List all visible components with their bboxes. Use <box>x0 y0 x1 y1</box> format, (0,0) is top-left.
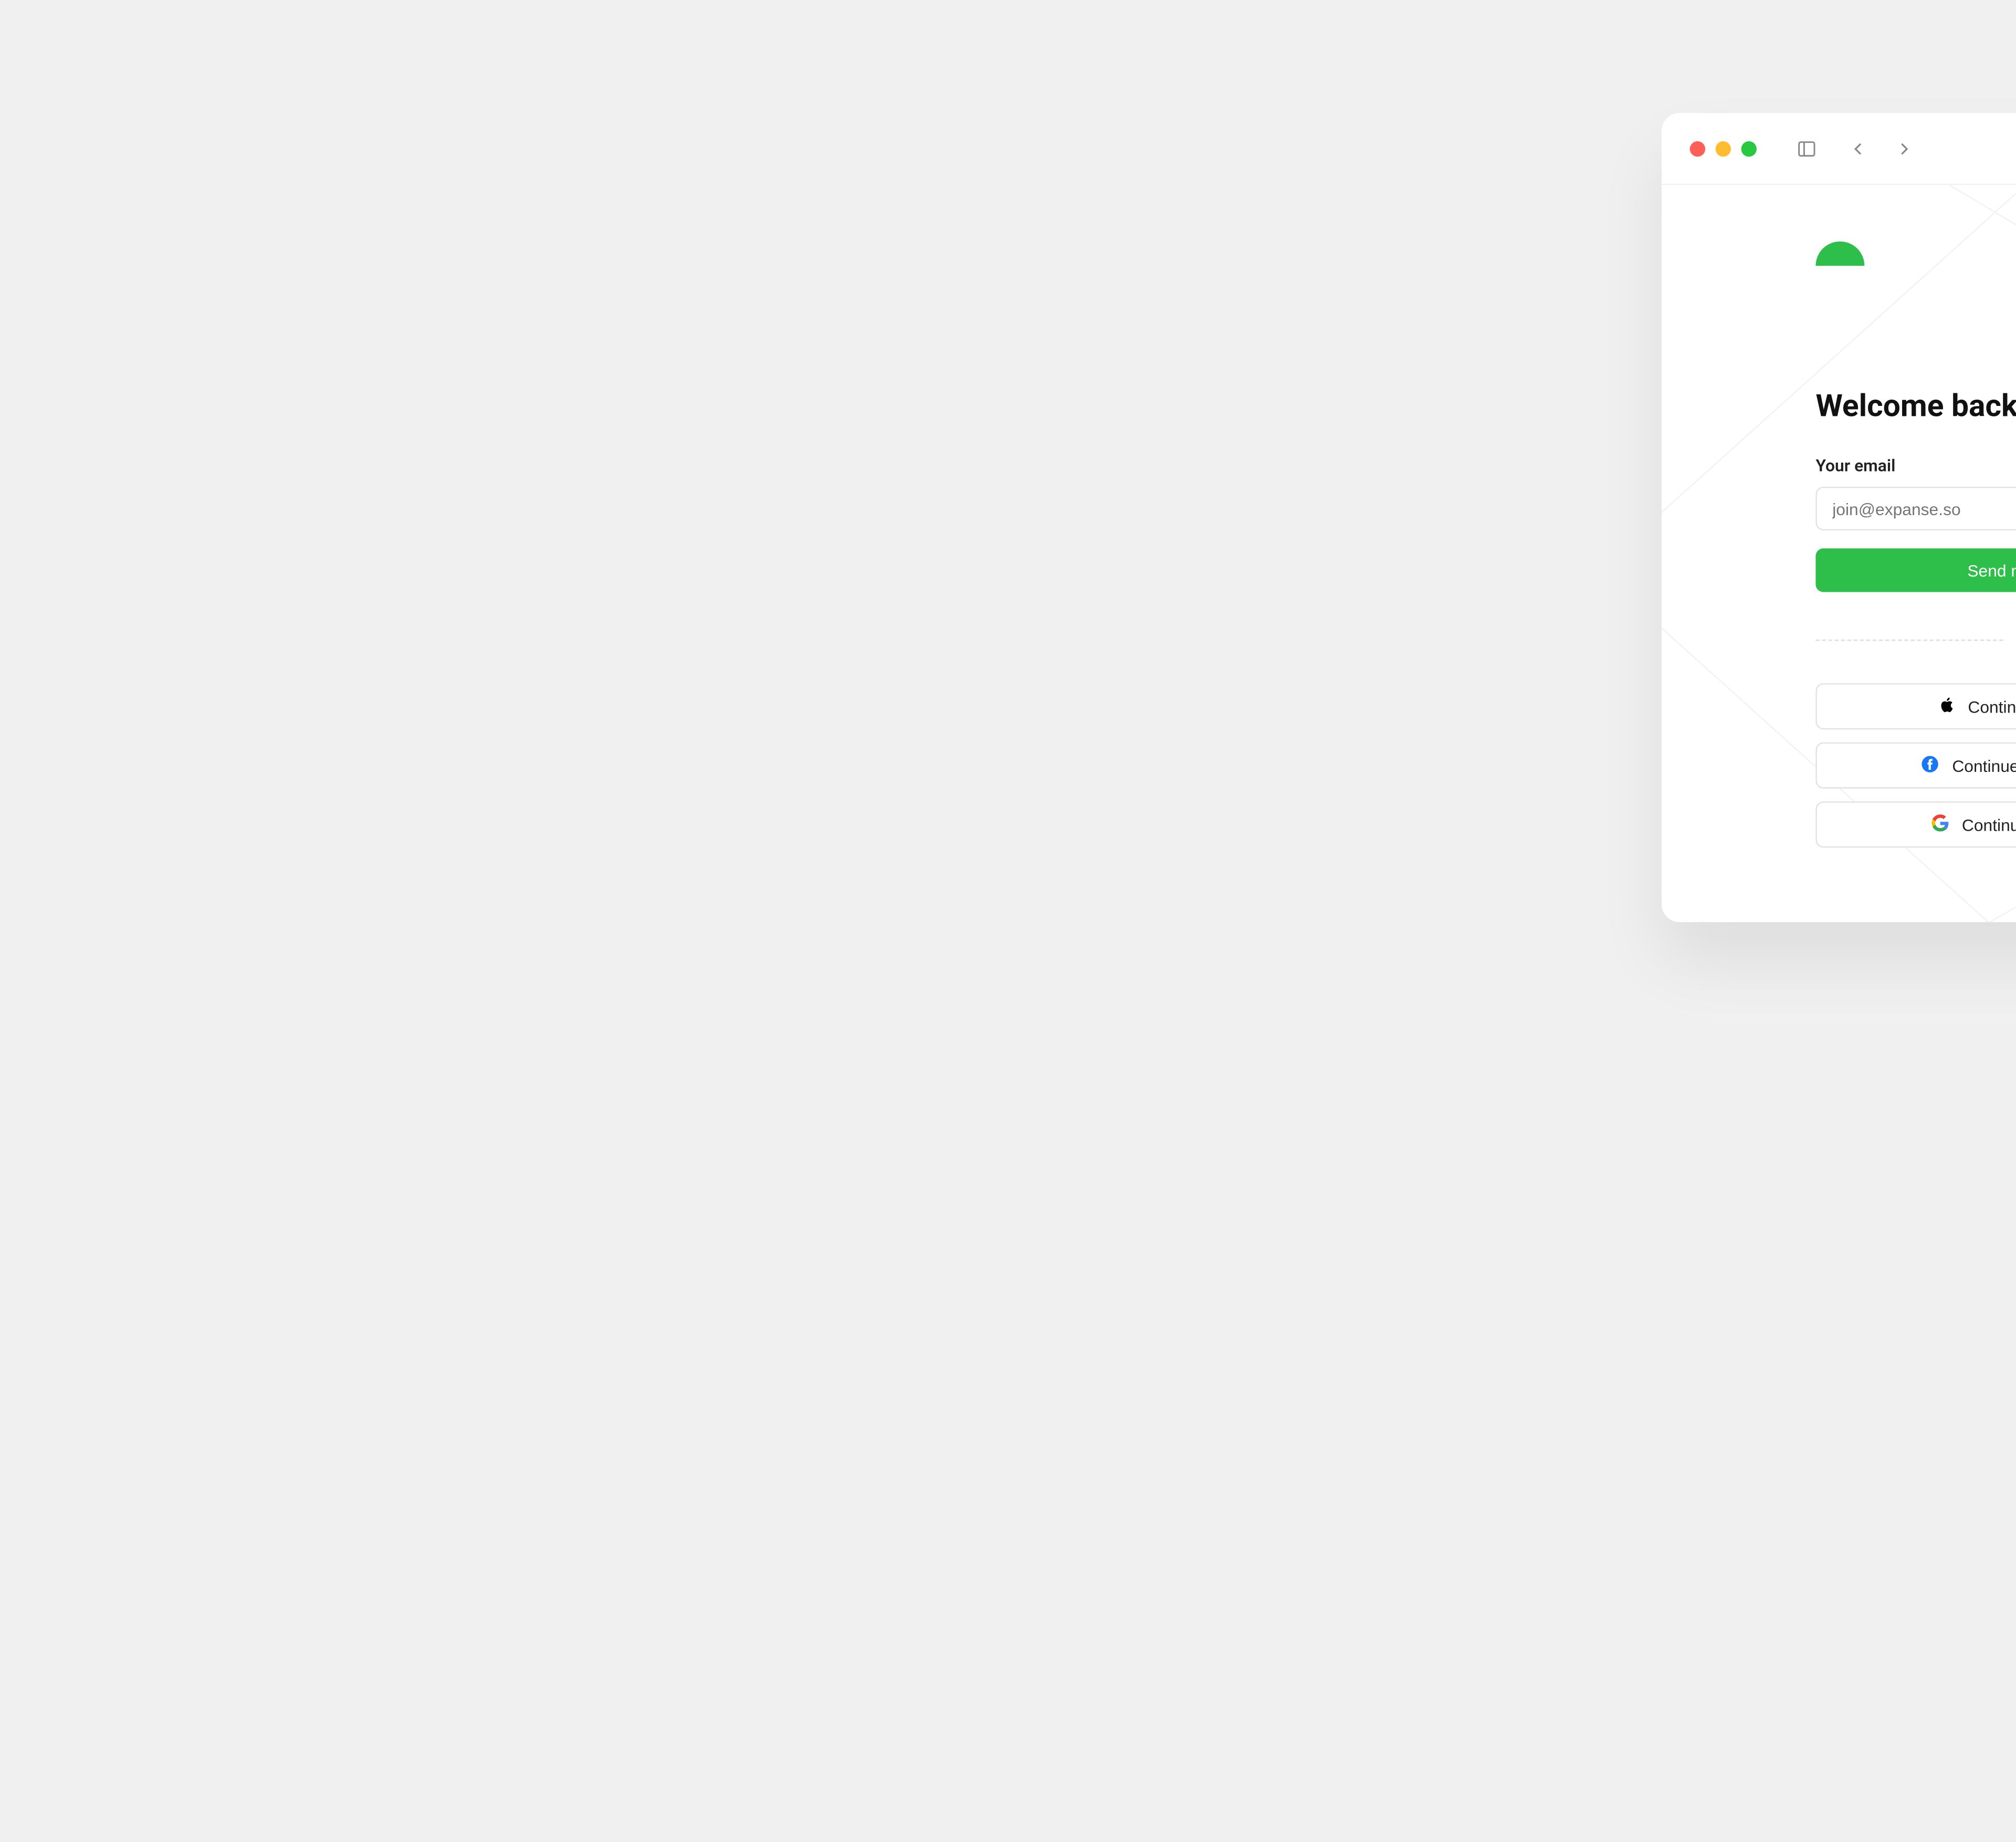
continue-facebook-button[interactable]: Continue with Facebook <box>1815 742 2016 789</box>
facebook-label: Continue with Facebook <box>1952 756 2016 775</box>
google-label: Continue with Google <box>1962 815 2016 834</box>
continue-google-button[interactable]: Continue with Google <box>1815 801 2016 847</box>
sidebar-toggle-icon[interactable] <box>1790 132 1824 165</box>
traffic-lights <box>1690 141 1757 156</box>
browser-chrome: https://overflow.com/signin <box>1662 113 2016 185</box>
apple-icon <box>1937 695 1955 717</box>
google-icon <box>1931 813 1949 835</box>
maximize-window-icon[interactable] <box>1741 141 1757 156</box>
continue-apple-button[interactable]: Continue with Apple <box>1815 683 2016 729</box>
email-label: Your email <box>1815 457 2016 477</box>
divider: or <box>1815 631 2016 650</box>
facebook-icon <box>1922 755 1939 777</box>
page-title: Welcome back <box>1815 388 2016 424</box>
apple-label: Continue with Apple <box>1968 697 2016 716</box>
close-window-icon[interactable] <box>1690 141 1705 156</box>
browser-window: https://overflow.com/signin Welcome back… <box>1662 113 2016 922</box>
minimize-window-icon[interactable] <box>1716 141 1731 156</box>
email-field[interactable] <box>1815 487 2016 530</box>
signin-pane: Welcome back Your email Send magic link … <box>1662 185 2016 922</box>
back-icon[interactable] <box>1841 132 1875 165</box>
brand-logo <box>1815 242 1864 266</box>
forward-icon[interactable] <box>1887 132 1921 165</box>
send-magic-link-button[interactable]: Send magic link <box>1815 548 2016 592</box>
